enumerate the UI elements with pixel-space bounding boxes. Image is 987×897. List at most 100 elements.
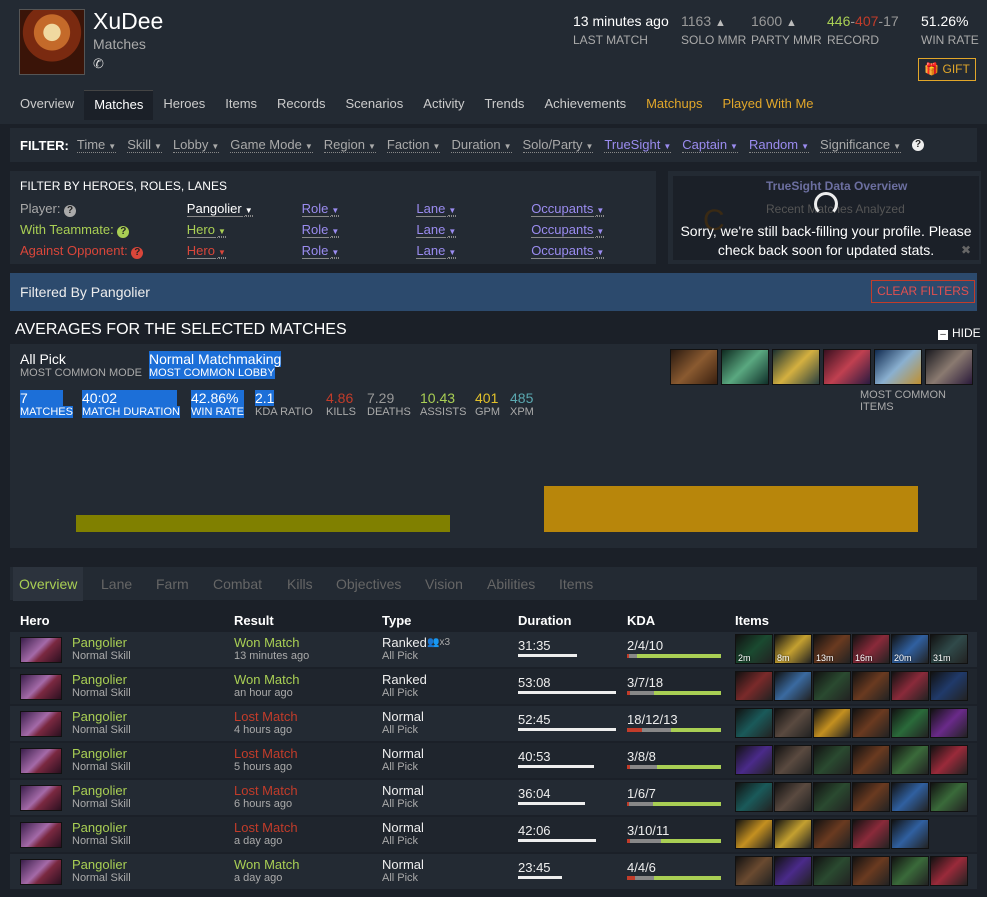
hero-name[interactable]: Pangolier	[72, 820, 127, 835]
player-name[interactable]: XuDee	[93, 8, 163, 35]
teammate-lane-select[interactable]: Lane ▼	[416, 222, 531, 238]
filter-solo-party[interactable]: Solo/Party ▼	[522, 137, 594, 153]
table-row[interactable]: Pangolier Normal Skill Lost Match a day ago…	[10, 817, 977, 852]
tab-activity[interactable]: Activity	[413, 90, 474, 120]
match-result[interactable]: Won Match	[234, 635, 300, 650]
item-icon[interactable]	[852, 671, 890, 701]
item-icon[interactable]	[735, 745, 773, 775]
teammate-occupants-select[interactable]: Occupants ▼	[531, 222, 646, 238]
item-icon[interactable]	[891, 856, 929, 886]
tab-played-with-me[interactable]: Played With Me	[712, 90, 823, 120]
table-row[interactable]: Pangolier Normal Skill Lost Match 4 hours a…	[10, 706, 977, 741]
match-result[interactable]: Won Match	[234, 672, 300, 687]
help-icon[interactable]: ?	[64, 204, 77, 217]
hero-portrait-icon[interactable]	[20, 637, 62, 663]
helm-item-icon[interactable]	[823, 349, 871, 385]
hero-portrait-icon[interactable]	[20, 859, 62, 885]
detail-tab-objectives[interactable]: Objectives	[336, 576, 401, 592]
item-icon[interactable]	[735, 856, 773, 886]
match-result[interactable]: Lost Match	[234, 820, 298, 835]
tab-matches[interactable]: Matches	[84, 90, 154, 120]
filter-game-mode[interactable]: Game Mode ▼	[230, 137, 313, 153]
detail-tab-lane[interactable]: Lane	[101, 576, 132, 592]
item-icon[interactable]	[813, 782, 851, 812]
item-icon[interactable]	[930, 782, 968, 812]
hero-name[interactable]: Pangolier	[72, 672, 127, 687]
item-icon[interactable]: 8m	[774, 634, 812, 664]
player-role-select[interactable]: Role ▼	[301, 201, 417, 217]
table-row[interactable]: Pangolier Normal Skill Won Match a day ago N…	[10, 854, 977, 889]
avatar[interactable]	[19, 9, 85, 75]
table-row[interactable]: Pangolier Normal Skill Won Match 13 minutes…	[10, 632, 977, 667]
help-icon[interactable]: ?	[117, 225, 130, 238]
hero-portrait-icon[interactable]	[20, 785, 62, 811]
item-icon[interactable]	[930, 856, 968, 886]
detail-tab-vision[interactable]: Vision	[425, 576, 463, 592]
item-icon[interactable]	[813, 856, 851, 886]
item-icon[interactable]	[813, 708, 851, 738]
filter-significance[interactable]: Significance ▼	[820, 137, 902, 153]
item-icon[interactable]: 2m	[735, 634, 773, 664]
hero-name[interactable]: Pangolier	[72, 635, 127, 650]
item-icon[interactable]	[852, 708, 890, 738]
sceptre-item-icon[interactable]	[772, 349, 820, 385]
hero-name[interactable]: Pangolier	[72, 783, 127, 798]
col-header-type[interactable]: Type	[382, 613, 411, 628]
filter-time[interactable]: Time ▼	[76, 137, 117, 153]
tab-heroes[interactable]: Heroes	[153, 90, 215, 120]
filter-lobby[interactable]: Lobby ▼	[172, 137, 220, 153]
item-icon[interactable]	[930, 745, 968, 775]
opponent-lane-select[interactable]: Lane ▼	[416, 243, 531, 259]
teammate-role-select[interactable]: Role ▼	[301, 222, 417, 238]
boots-item-icon[interactable]	[670, 349, 718, 385]
item-icon[interactable]	[930, 708, 968, 738]
hide-button[interactable]: – HIDE	[938, 326, 981, 340]
match-result[interactable]: Won Match	[234, 857, 300, 872]
col-header-items[interactable]: Items	[735, 613, 769, 628]
hero-name[interactable]: Pangolier	[72, 709, 127, 724]
quelling-blade-item-icon[interactable]	[721, 349, 769, 385]
tab-achievements[interactable]: Achievements	[534, 90, 636, 120]
match-result[interactable]: Lost Match	[234, 746, 298, 761]
gift-button[interactable]: 🎁 GIFT	[918, 58, 976, 81]
opponent-occupants-select[interactable]: Occupants ▼	[531, 243, 646, 259]
item-icon[interactable]	[852, 819, 890, 849]
table-row[interactable]: Pangolier Normal Skill Lost Match 6 hours a…	[10, 780, 977, 815]
table-row[interactable]: Pangolier Normal Skill Won Match an hour ag…	[10, 669, 977, 704]
tab-matchups[interactable]: Matchups	[636, 90, 712, 120]
tab-overview[interactable]: Overview	[10, 90, 84, 120]
tab-items[interactable]: Items	[215, 90, 267, 120]
item-icon[interactable]	[774, 671, 812, 701]
hero-name[interactable]: Pangolier	[72, 857, 127, 872]
player-hero-select[interactable]: Pangolier ▼	[186, 201, 302, 217]
help-icon[interactable]: ?	[131, 246, 144, 259]
match-result[interactable]: Lost Match	[234, 709, 298, 724]
opponent-role-select[interactable]: Role ▼	[301, 243, 417, 259]
help-icon[interactable]: ?	[912, 139, 925, 151]
item-icon[interactable]	[852, 782, 890, 812]
item-icon[interactable]	[891, 819, 929, 849]
hero-name[interactable]: Pangolier	[72, 746, 127, 761]
hero-portrait-icon[interactable]	[20, 711, 62, 737]
player-lane-select[interactable]: Lane ▼	[416, 201, 531, 217]
item-icon[interactable]	[774, 745, 812, 775]
detail-tab-overview[interactable]: Overview	[19, 576, 77, 592]
table-row[interactable]: Pangolier Normal Skill Lost Match 5 hours a…	[10, 743, 977, 778]
item-icon[interactable]	[891, 745, 929, 775]
filter-truesight[interactable]: TrueSight ▼	[604, 137, 672, 153]
item-icon[interactable]	[735, 819, 773, 849]
wand-item-icon[interactable]	[874, 349, 922, 385]
detail-tab-kills[interactable]: Kills	[287, 576, 313, 592]
detail-tab-abilities[interactable]: Abilities	[487, 576, 535, 592]
item-icon[interactable]	[852, 856, 890, 886]
tab-scenarios[interactable]: Scenarios	[335, 90, 413, 120]
item-icon[interactable]: 31m	[930, 634, 968, 664]
item-icon[interactable]: 20m	[891, 634, 929, 664]
item-icon[interactable]	[852, 745, 890, 775]
col-header-kda[interactable]: KDA	[627, 613, 655, 628]
blade-item-icon[interactable]	[925, 349, 973, 385]
filter-captain[interactable]: Captain ▼	[682, 137, 738, 153]
item-icon[interactable]	[813, 745, 851, 775]
item-icon[interactable]: 13m	[813, 634, 851, 664]
item-icon[interactable]	[774, 782, 812, 812]
